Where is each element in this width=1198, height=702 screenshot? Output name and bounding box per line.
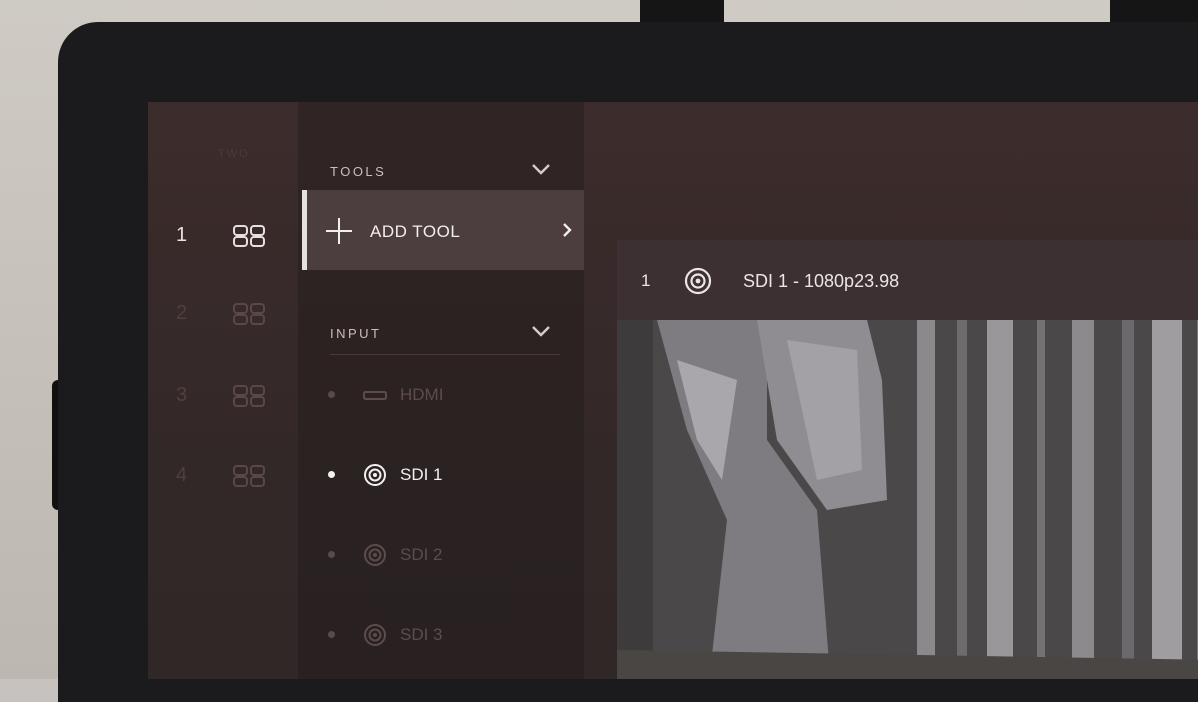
add-tool-button[interactable]: ADD TOOL: [302, 190, 584, 270]
device-screen: TWO 1 2 3 4 TOOLS ADD TOOL INPUT HDMI SD…: [148, 102, 1198, 679]
layout-quad-icon: [233, 303, 265, 325]
chevron-right-icon: [563, 223, 572, 237]
layout-quad-icon: [233, 465, 265, 487]
layout-number: 2: [176, 302, 188, 324]
layout-rail: TWO 1 2 3 4: [148, 102, 298, 679]
section-divider: [330, 354, 560, 355]
status-dot: [328, 631, 335, 638]
layout-item-2[interactable]: 2: [176, 294, 276, 334]
viewer-number: 1: [641, 271, 651, 290]
plus-icon: [326, 218, 352, 244]
sdi-connector-icon: [684, 267, 712, 295]
video-frame-image: [617, 320, 1198, 679]
layout-number: 4: [176, 464, 188, 486]
input-label: SDI 3: [400, 625, 443, 644]
sdi-connector-icon: [364, 624, 386, 646]
tools-section-label: TOOLS: [330, 164, 387, 179]
input-item-sdi-1[interactable]: SDI 1: [326, 460, 566, 490]
layout-number: 1: [176, 224, 188, 246]
layout-item-3[interactable]: 3: [176, 376, 276, 416]
status-dot: [328, 471, 335, 478]
hdmi-port-icon: [363, 391, 387, 400]
chevron-down-icon[interactable]: [530, 162, 552, 176]
input-label: SDI 2: [400, 545, 443, 564]
input-label: SDI 1: [400, 465, 443, 484]
video-feed: [617, 320, 1198, 679]
bezel-notch: [370, 24, 480, 42]
input-item-sdi-2[interactable]: SDI 2: [326, 540, 566, 570]
chevron-down-icon[interactable]: [530, 324, 552, 338]
side-panel: TOOLS ADD TOOL INPUT HDMI SDI 1 SDI 2 SD…: [298, 102, 584, 679]
sdi-connector-icon: [364, 544, 386, 566]
input-label: HDMI: [400, 385, 444, 404]
input-item-sdi-3[interactable]: SDI 3: [326, 620, 566, 650]
sdi-connector-icon: [364, 464, 386, 486]
status-dot: [328, 391, 335, 398]
layout-number: 3: [176, 384, 188, 406]
layout-item-1[interactable]: 1: [176, 216, 276, 256]
selection-indicator: [302, 190, 307, 270]
video-viewer[interactable]: 1 SDI 1 - 1080p23.98: [617, 240, 1198, 679]
layout-item-4[interactable]: 4: [176, 456, 276, 496]
rail-heading: TWO: [218, 148, 250, 160]
add-tool-label: ADD TOOL: [370, 222, 461, 241]
layout-quad-icon: [233, 385, 265, 407]
viewer-header: 1 SDI 1 - 1080p23.98: [617, 240, 1198, 321]
viewer-source-title: SDI 1 - 1080p23.98: [743, 271, 900, 291]
layout-quad-icon: [233, 225, 265, 247]
input-item-hdmi[interactable]: HDMI: [326, 380, 566, 410]
input-section-label: INPUT: [330, 326, 382, 341]
status-dot: [328, 551, 335, 558]
